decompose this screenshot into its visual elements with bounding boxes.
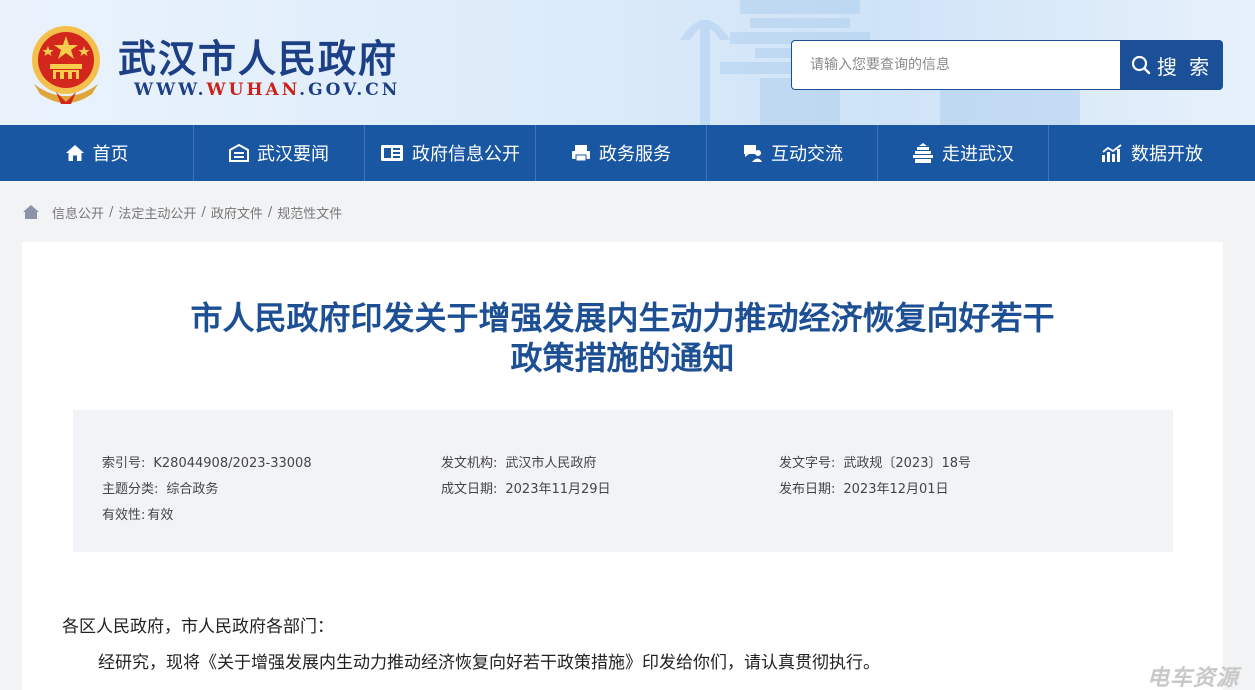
nav-item-label: 互动交流 — [771, 144, 843, 165]
site-title[interactable]: 武汉市人民政府 — [118, 28, 398, 83]
meta-label: 发文机构: — [441, 456, 498, 471]
site-url-prefix: WWW. — [134, 80, 207, 100]
meta-label: 发布日期: — [779, 482, 836, 497]
meta-value: 武汉市人民政府 — [505, 456, 597, 471]
document-title: 市人民政府印发关于增强发展内生动力推动经济恢复向好若干 政策措施的通知 — [22, 298, 1223, 378]
breadcrumb-link-info-public[interactable]: 信息公开 — [52, 203, 104, 222]
tower-icon — [912, 143, 934, 163]
nav-item-gov-services[interactable]: 政务服务 — [536, 125, 707, 181]
meta-value: 2023年12月01日 — [843, 482, 949, 497]
meta-value: K28044908/2023-33008 — [153, 456, 312, 471]
nav-item-explore-wuhan[interactable]: 走进武汉 — [878, 125, 1049, 181]
meta-created-date: 成文日期: 2023年11月29日 — [441, 478, 611, 497]
chat-icon — [741, 143, 763, 163]
nav-item-open-data[interactable]: 数据开放 — [1049, 125, 1255, 181]
search-button-label: 搜 索 — [1156, 54, 1213, 79]
search-button[interactable]: 搜 索 — [1120, 40, 1223, 90]
site-url: WWW.WUHAN.GOV.CN — [134, 80, 400, 100]
info-card-icon — [380, 144, 404, 162]
breadcrumb: 信息公开 / 法定主动公开 / 政府文件 / 规范性文件 — [22, 201, 342, 223]
nav-item-label: 武汉要闻 — [257, 144, 329, 165]
breadcrumb-link-statutory[interactable]: 法定主动公开 — [118, 203, 196, 222]
meta-label: 成文日期: — [441, 482, 498, 497]
document-paragraph: 经研究，现将《关于增强发展内生动力推动经济恢复向好若干政策措施》印发给你们，请认… — [98, 653, 880, 673]
nav-item-label: 政府信息公开 — [412, 144, 520, 165]
nav-item-label: 数据开放 — [1131, 144, 1203, 165]
document-title-line2: 政策措施的通知 — [510, 339, 735, 377]
meta-value: 综合政务 — [166, 482, 219, 497]
breadcrumb-separator: / — [267, 204, 273, 220]
breadcrumb-link-normative-docs[interactable]: 规范性文件 — [277, 203, 342, 222]
nav-item-label: 首页 — [92, 144, 129, 165]
news-icon — [229, 144, 249, 162]
meta-value: 有效 — [147, 508, 174, 523]
breadcrumb-link-gov-docs[interactable]: 政府文件 — [211, 203, 263, 222]
meta-label: 索引号: — [102, 456, 146, 471]
document-salutation: 各区人民政府，市人民政府各部门： — [62, 617, 334, 637]
meta-doc-number: 发文字号: 武政规〔2023〕18号 — [779, 452, 971, 471]
meta-label: 主题分类: — [102, 482, 159, 497]
nav-item-label: 走进武汉 — [942, 144, 1014, 165]
document-panel: 市人民政府印发关于增强发展内生动力推动经济恢复向好若干 政策措施的通知 索引号:… — [22, 242, 1223, 690]
breadcrumb-separator: / — [109, 204, 114, 220]
watermark-text: 电车资源 — [1147, 666, 1240, 690]
site-header: 武汉市人民政府 WWW.WUHAN.GOV.CN 搜 索 — [0, 0, 1255, 125]
document-metadata: 索引号: K28044908/2023-33008 发文机构: 武汉市人民政府 发文… — [73, 410, 1173, 552]
home-icon — [65, 144, 85, 162]
search-icon — [1131, 55, 1151, 75]
meta-issuer: 发文机构: 武汉市人民政府 — [441, 452, 596, 471]
meta-published-date: 发布日期: 2023年12月01日 — [779, 478, 949, 497]
meta-value: 武政规〔2023〕18号 — [843, 456, 972, 471]
meta-value: 2023年11月29日 — [505, 482, 611, 497]
search-input[interactable] — [791, 40, 1121, 90]
national-emblem-icon — [32, 26, 100, 104]
breadcrumb-home-icon[interactable] — [22, 204, 40, 220]
nav-item-label: 政务服务 — [599, 144, 671, 165]
site-url-suffix: .GOV.CN — [299, 80, 401, 100]
meta-validity: 有效性: 有效 — [102, 504, 173, 523]
nav-item-home[interactable]: 首页 — [0, 125, 194, 181]
main-nav: 首页 武汉要闻 政府信息公开 政务服务 互动交流 走进武汉 数据开放 — [0, 125, 1255, 181]
chart-icon — [1101, 144, 1123, 162]
nav-item-wuhan-news[interactable]: 武汉要闻 — [194, 125, 365, 181]
printer-icon — [571, 144, 591, 162]
breadcrumb-separator: / — [201, 204, 206, 220]
meta-label: 有效性: — [102, 508, 146, 523]
document-title-line1: 市人民政府印发关于增强发展内生动力推动经济恢复向好若干 — [190, 299, 1055, 337]
nav-item-gov-info[interactable]: 政府信息公开 — [365, 125, 536, 181]
meta-index: 索引号: K28044908/2023-33008 — [102, 452, 312, 471]
meta-topic: 主题分类: 综合政务 — [102, 478, 218, 497]
nav-item-interaction[interactable]: 互动交流 — [707, 125, 878, 181]
meta-label: 发文字号: — [779, 456, 836, 471]
site-url-highlight: WUHAN — [206, 80, 300, 100]
